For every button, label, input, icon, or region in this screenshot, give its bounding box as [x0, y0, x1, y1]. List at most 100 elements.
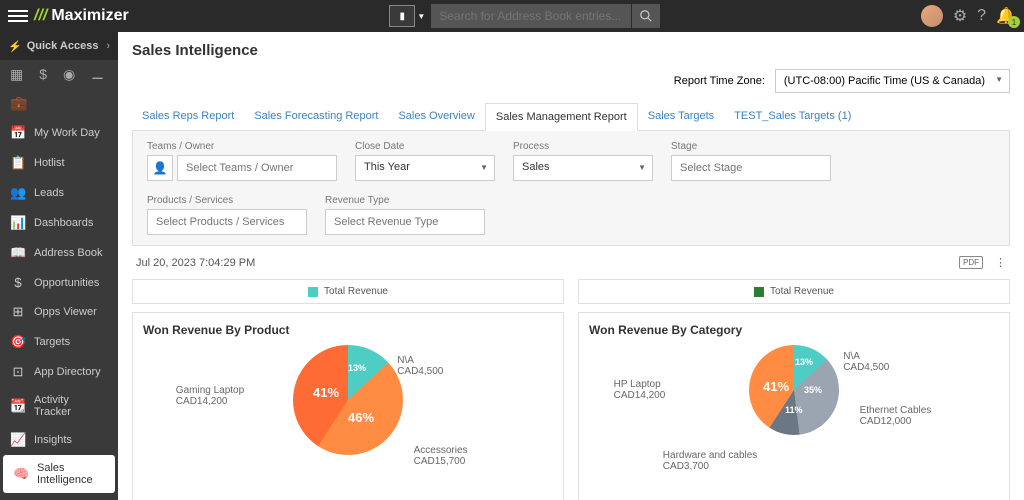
camera-icon[interactable]: ◉ [63, 66, 75, 83]
chevron-right-icon: › [106, 40, 110, 52]
binoculars-icon[interactable]: ⚊ [91, 66, 104, 83]
nav-label: App Directory [34, 366, 101, 378]
nav-icon: ⊞ [10, 304, 26, 320]
pie-chart: 13%35%11%41% [749, 345, 839, 435]
sidebar-item-hotlist[interactable]: 📋 Hotlist [0, 148, 118, 178]
more-icon[interactable]: ⋮ [995, 256, 1006, 269]
sidebar-item-opps-viewer[interactable]: ⊞ Opps Viewer [0, 297, 118, 327]
gear-icon[interactable]: ⚙ [953, 6, 967, 26]
tab-sales-overview[interactable]: Sales Overview [388, 103, 484, 130]
quick-access[interactable]: ⚡ Quick Access › [0, 32, 118, 60]
nav-icon: 🧠 [13, 466, 29, 482]
sidebar-item-sales-intelligence[interactable]: 🧠 Sales Intelligence [3, 455, 115, 493]
brand-name: Maximizer [51, 7, 128, 25]
main-content: Sales Intelligence Report Time Zone: (UT… [118, 32, 1024, 500]
quick-access-label: Quick Access [27, 40, 99, 52]
quick-icons: ▦ $ ◉ ⚊ [0, 60, 118, 89]
brand-logo: /// Maximizer [34, 7, 129, 25]
sidebar-item-app-directory[interactable]: ⊡ App Directory [0, 357, 118, 387]
process-select[interactable]: Sales [513, 155, 653, 181]
timezone-select[interactable]: (UTC-08:00) Pacific Time (US & Canada) [775, 69, 1010, 93]
chart-title: Won Revenue By Category [589, 323, 999, 337]
stage-label: Stage [671, 141, 831, 152]
dropdown-icon[interactable]: ▼ [417, 12, 425, 21]
nav-icon: 🎯 [10, 334, 26, 350]
legend-swatch [308, 287, 318, 297]
owner-icon[interactable]: 👤 [147, 155, 173, 181]
nav-label: Sales Intelligence [37, 462, 105, 486]
sidebar-item-address-book[interactable]: 📖 Address Book [0, 238, 118, 268]
address-book-icon[interactable]: ▮ [389, 5, 415, 27]
tab-sales-reps-report[interactable]: Sales Reps Report [132, 103, 244, 130]
nav-label: Hotlist [34, 157, 65, 169]
revenue-type-input[interactable] [325, 209, 485, 235]
teams-input[interactable] [177, 155, 337, 181]
timezone-label: Report Time Zone: [674, 75, 765, 87]
nav-label: Address Book [34, 247, 102, 259]
stage-input[interactable] [671, 155, 831, 181]
sidebar-item-my-work-day[interactable]: 📅 My Work Day [0, 118, 118, 148]
sidebar-item-insights[interactable]: 📈 Insights [0, 425, 118, 455]
bell-icon[interactable]: 🔔1 [996, 6, 1016, 26]
sidebar-item-opportunities[interactable]: $ Opportunities [0, 268, 118, 297]
timestamp: Jul 20, 2023 7:04:29 PM [136, 257, 255, 269]
teams-label: Teams / Owner [147, 141, 337, 152]
nav-label: Activity Tracker [34, 394, 108, 418]
nav-label: Opportunities [34, 277, 99, 289]
tab-sales-targets[interactable]: Sales Targets [638, 103, 724, 130]
search-button[interactable] [632, 4, 660, 28]
avatar[interactable] [921, 5, 943, 27]
pie-chart: 41%46%13% [293, 345, 403, 455]
chart-card: Won Revenue By Category13%35%11%41%N\ACA… [578, 312, 1010, 500]
chart-card: Won Revenue By Product41%46%13%N\ACAD4,5… [132, 312, 564, 500]
quick-icons-2: 💼 [0, 89, 118, 118]
page-title: Sales Intelligence [132, 42, 1010, 59]
tab-test-sales-targets-1-[interactable]: TEST_Sales Targets (1) [724, 103, 861, 130]
sidebar-item-dashboards[interactable]: 📊 Dashboards [0, 208, 118, 238]
briefcase-icon[interactable]: 💼 [10, 95, 27, 112]
sidebar-item-import[interactable]: ⬆Import› [0, 493, 118, 500]
sidebar-item-activity-tracker[interactable]: 📆 Activity Tracker [0, 387, 118, 425]
bolt-icon: ⚡ [8, 40, 22, 53]
logo-icon: /// [34, 7, 47, 25]
revenue-type-label: Revenue Type [325, 195, 485, 206]
tab-sales-forecasting-report[interactable]: Sales Forecasting Report [244, 103, 388, 130]
legend-total-revenue-2: Total Revenue [578, 279, 1010, 304]
legend-total-revenue-1: Total Revenue [132, 279, 564, 304]
building-icon[interactable]: ▦ [10, 66, 23, 83]
sidebar-item-leads[interactable]: 👥 Leads [0, 178, 118, 208]
sidebar: ⚡ Quick Access › ▦ $ ◉ ⚊ 💼 📅 My Work Day 📋… [0, 32, 118, 500]
sidebar-item-targets[interactable]: 🎯 Targets [0, 327, 118, 357]
products-input[interactable] [147, 209, 307, 235]
tabs: Sales Reps ReportSales Forecasting Repor… [132, 103, 1010, 131]
hamburger-icon[interactable] [8, 7, 28, 25]
close-date-select[interactable]: This Year [355, 155, 495, 181]
nav-label: Targets [34, 336, 70, 348]
nav-icon: 📅 [10, 125, 26, 141]
pdf-button[interactable]: PDF [959, 256, 983, 269]
tab-sales-management-report[interactable]: Sales Management Report [485, 103, 638, 131]
nav-icon: 📖 [10, 245, 26, 261]
nav-icon: 📆 [10, 398, 26, 414]
nav-label: Leads [34, 187, 64, 199]
nav-label: Opps Viewer [34, 306, 97, 318]
dollar-icon[interactable]: $ [39, 66, 47, 83]
nav-icon: 👥 [10, 185, 26, 201]
nav-icon: 📈 [10, 432, 26, 448]
nav-icon: 📋 [10, 155, 26, 171]
notif-badge: 1 [1008, 16, 1020, 28]
search-input[interactable] [431, 4, 631, 28]
nav-label: Dashboards [34, 217, 93, 229]
products-label: Products / Services [147, 195, 307, 206]
legend-swatch [754, 287, 764, 297]
nav-icon: $ [10, 275, 26, 290]
nav-label: Insights [34, 434, 72, 446]
chart-title: Won Revenue By Product [143, 323, 553, 337]
close-date-label: Close Date [355, 141, 495, 152]
process-label: Process [513, 141, 653, 152]
help-icon[interactable]: ? [977, 7, 986, 25]
nav-icon: 📊 [10, 215, 26, 231]
top-bar: /// Maximizer ▮ ▼ ⚙ ? 🔔1 [0, 0, 1024, 32]
nav-label: My Work Day [34, 127, 100, 139]
nav-icon: ⊡ [10, 364, 26, 380]
